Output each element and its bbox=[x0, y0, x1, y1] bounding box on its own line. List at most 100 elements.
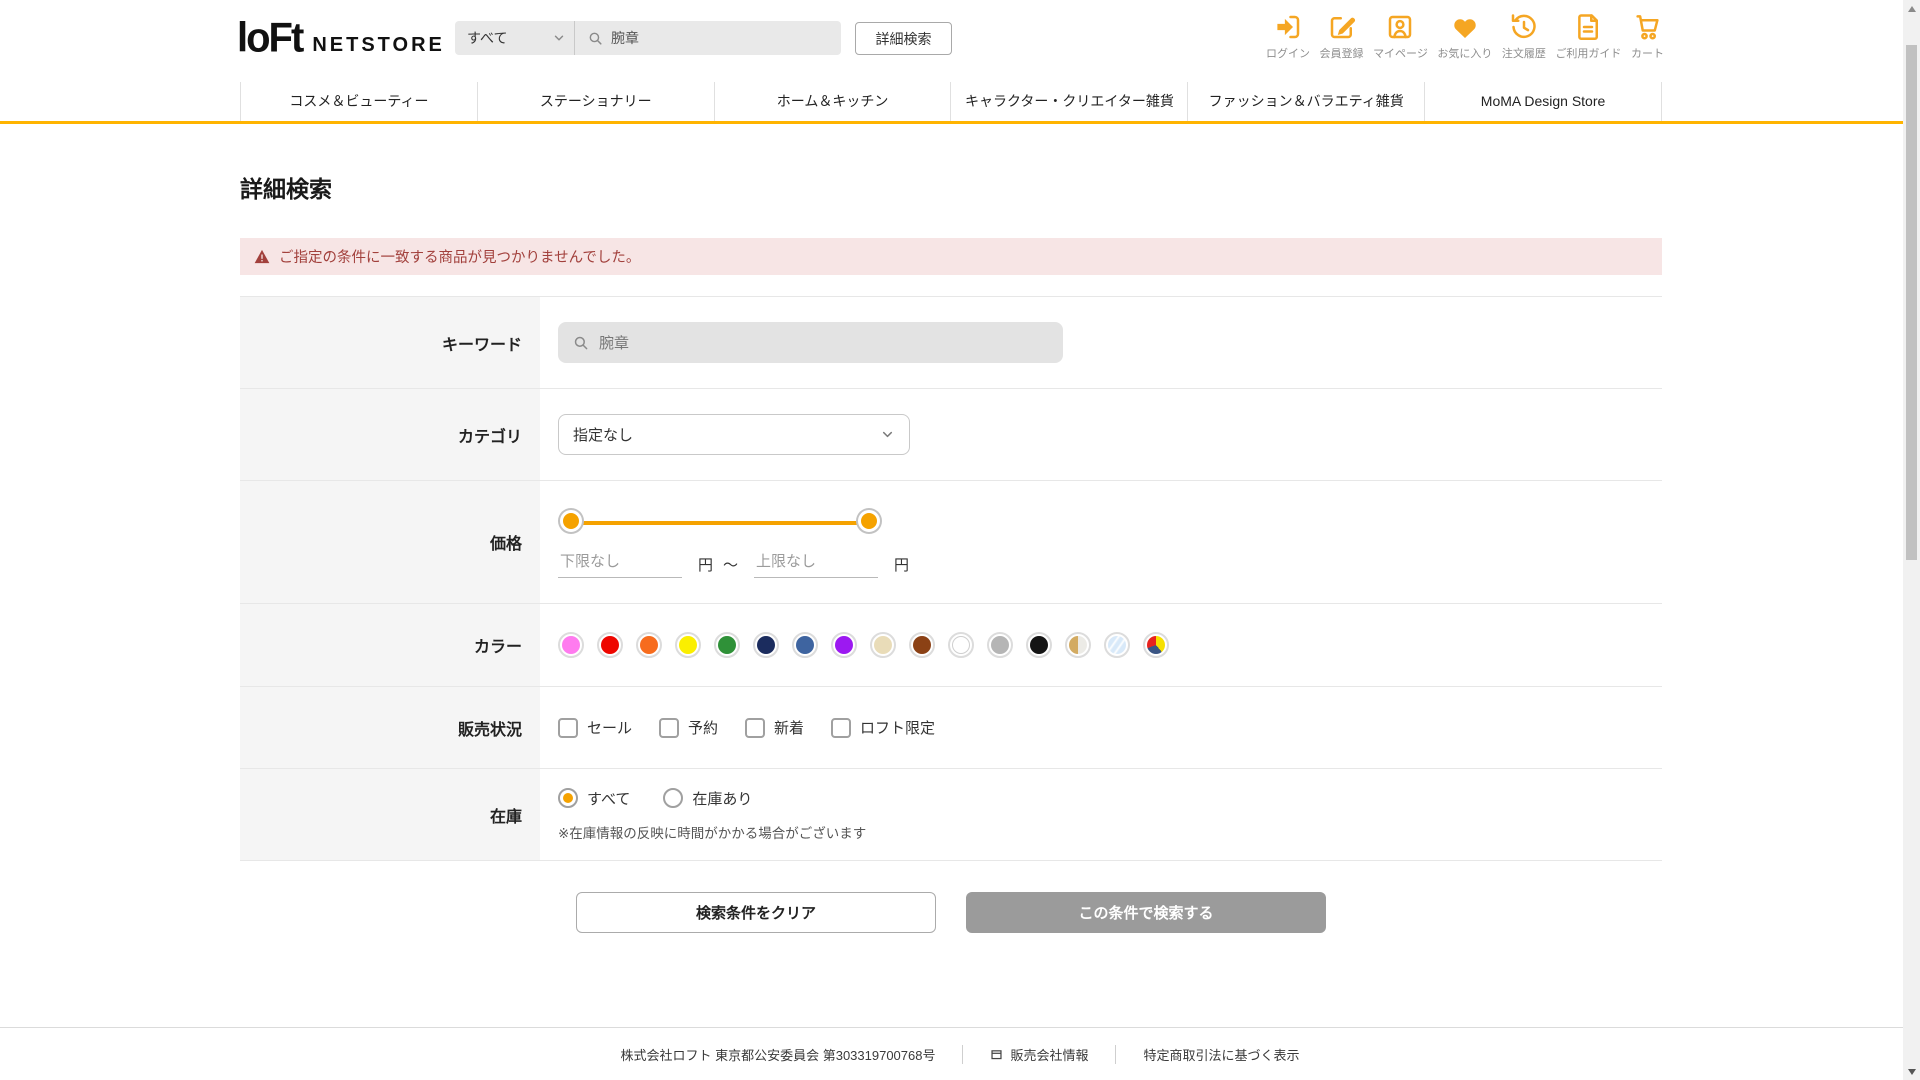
color-swatch-green[interactable] bbox=[714, 632, 740, 658]
mypage-icon bbox=[1389, 15, 1412, 39]
scrollbar-up-arrow[interactable] bbox=[1903, 0, 1920, 17]
checkbox-icon bbox=[831, 717, 852, 738]
guide-link[interactable]: ご利用ガイド bbox=[1555, 12, 1621, 61]
price-row: 価格 円 ～ 円 bbox=[240, 480, 1662, 603]
nav-item-cosme-beauty[interactable]: コスメ＆ビューティー bbox=[240, 82, 477, 121]
global-nav: コスメ＆ビューティー ステーショナリー ホーム＆キッチン キャラクター・クリエイ… bbox=[0, 82, 1920, 124]
checkbox-icon bbox=[659, 717, 680, 738]
status-checkbox-reservation[interactable]: 予約 bbox=[659, 717, 718, 738]
color-row: カラー bbox=[240, 603, 1662, 686]
slider-handle-min[interactable] bbox=[560, 510, 582, 532]
price-min-input[interactable] bbox=[558, 551, 682, 578]
nav-item-fashion-variety[interactable]: ファッション＆バラエティ雑貨 bbox=[1187, 82, 1424, 121]
scrollbar-thumb[interactable] bbox=[1906, 45, 1917, 560]
warning-icon bbox=[254, 249, 270, 264]
nav-item-home-kitchen[interactable]: ホーム＆キッチン bbox=[713, 82, 951, 121]
cart-icon bbox=[1636, 15, 1660, 40]
nav-item-character-creator[interactable]: キャラクター・クリエイター雑貨 bbox=[950, 82, 1187, 121]
color-swatch-beige[interactable] bbox=[870, 632, 896, 658]
register-link[interactable]: 会員登録 bbox=[1320, 12, 1364, 61]
loft-netstore-logo[interactable]: loFt NETSTORE bbox=[237, 15, 445, 61]
color-swatch-gray[interactable] bbox=[987, 632, 1013, 658]
order-history-label: 注文履歴 bbox=[1501, 48, 1546, 60]
favorites-link[interactable]: お気に入り bbox=[1437, 12, 1492, 61]
color-swatch-brown[interactable] bbox=[909, 632, 935, 658]
site-header: loFt NETSTORE すべて 詳細検索 ログイン 会員登録 マイページ お… bbox=[0, 0, 1920, 124]
slider-track[interactable] bbox=[571, 521, 869, 525]
search-category-select[interactable]: すべて bbox=[455, 21, 575, 55]
nav-item-stationery[interactable]: ステーショナリー bbox=[476, 82, 714, 121]
keyword-row: キーワード bbox=[240, 296, 1662, 388]
favorites-heart-icon bbox=[1454, 19, 1476, 38]
header-quick-links: ログイン 会員登録 マイページ お気に入り 注文履歴 ご利用ガイド カート bbox=[1266, 12, 1664, 61]
color-swatch-black[interactable] bbox=[1026, 632, 1052, 658]
register-icon bbox=[1330, 17, 1355, 39]
form-actions: 検索条件をクリア この条件で検索する bbox=[240, 892, 1662, 933]
slider-handle-max[interactable] bbox=[858, 510, 880, 532]
category-select-value: 指定なし bbox=[573, 427, 634, 444]
site-footer: 株式会社ロフト 東京都公安委員会 第303319700768号 販売会社情報 特… bbox=[0, 1027, 1920, 1080]
checkbox-label: セール bbox=[587, 720, 633, 737]
radio-label: すべて bbox=[587, 790, 631, 808]
search-input-wrap bbox=[575, 30, 841, 47]
color-swatch-pink[interactable] bbox=[558, 632, 584, 658]
price-row-label: 価格 bbox=[240, 481, 540, 603]
cart-link[interactable]: カート bbox=[1631, 12, 1664, 61]
main-content: 詳細検索 ご指定の条件に一致する商品が見つかりませんでした。 キーワード カテゴ… bbox=[240, 124, 1662, 933]
login-icon bbox=[1277, 15, 1300, 39]
color-swatch-clear[interactable] bbox=[1104, 632, 1130, 658]
color-swatch-navy[interactable] bbox=[753, 632, 779, 658]
color-swatch-purple[interactable] bbox=[831, 632, 857, 658]
advanced-search-form: キーワード カテゴリ 指定なし 価格 bbox=[240, 296, 1662, 861]
status-checkbox-sale[interactable]: セール bbox=[558, 717, 632, 738]
status-checkbox-new[interactable]: 新着 bbox=[745, 717, 804, 738]
status-checkbox-loft-limited[interactable]: ロフト限定 bbox=[831, 717, 935, 738]
login-link[interactable]: ログイン bbox=[1266, 12, 1310, 61]
order-history-icon bbox=[1511, 14, 1536, 39]
price-max-input[interactable] bbox=[754, 551, 879, 578]
no-results-alert: ご指定の条件に一致する商品が見つかりませんでした。 bbox=[240, 238, 1662, 275]
detail-search-button[interactable]: 詳細検索 bbox=[855, 22, 952, 55]
checkbox-icon bbox=[558, 717, 578, 738]
no-results-message: ご指定の条件に一致する商品が見つかりませんでした。 bbox=[279, 250, 641, 266]
color-swatch-orange[interactable] bbox=[636, 632, 662, 658]
scrollbar-down-arrow[interactable] bbox=[1903, 1063, 1920, 1080]
keyword-input-box bbox=[558, 322, 1063, 363]
sales-status-row-label: 販売状況 bbox=[240, 687, 540, 768]
commercial-law-link[interactable]: 特定商取引法に基づく表示 bbox=[1115, 1044, 1326, 1064]
color-row-label: カラー bbox=[240, 604, 540, 686]
color-swatch-gold-silver[interactable] bbox=[1065, 632, 1091, 658]
radio-icon bbox=[663, 788, 684, 808]
color-swatch-blue[interactable] bbox=[792, 632, 818, 658]
search-submit-button[interactable]: この条件で検索する bbox=[966, 892, 1326, 933]
mypage-link[interactable]: マイページ bbox=[1373, 12, 1428, 61]
search-icon bbox=[589, 32, 602, 45]
header-search-input[interactable] bbox=[611, 30, 829, 46]
seller-info-link[interactable]: 販売会社情報 bbox=[962, 1044, 1115, 1064]
search-icon bbox=[574, 336, 588, 349]
seller-info-label: 販売会社情報 bbox=[1010, 1047, 1089, 1063]
header-search-bar: すべて bbox=[455, 21, 841, 55]
yen-unit-min: 円 bbox=[698, 557, 714, 574]
stock-radio-all[interactable]: すべて bbox=[558, 788, 630, 809]
checkbox-label: 新着 bbox=[774, 720, 805, 737]
clear-conditions-button[interactable]: 検索条件をクリア bbox=[576, 892, 936, 933]
color-swatch-red[interactable] bbox=[597, 632, 623, 658]
keyword-input[interactable] bbox=[599, 334, 1049, 351]
mypage-label: マイページ bbox=[1373, 48, 1428, 60]
price-range-slider bbox=[558, 510, 882, 536]
vertical-scrollbar[interactable] bbox=[1903, 0, 1920, 1080]
category-row: カテゴリ 指定なし bbox=[240, 388, 1662, 480]
chevron-down-icon bbox=[882, 431, 893, 438]
color-swatch-multicolor[interactable] bbox=[1143, 632, 1169, 658]
category-select[interactable]: 指定なし bbox=[558, 414, 910, 455]
color-swatch-yellow[interactable] bbox=[675, 632, 701, 658]
stock-note: ※在庫情報の反映に時間がかかる場合がございます bbox=[558, 825, 867, 841]
stock-radio-in-stock[interactable]: 在庫あり bbox=[663, 788, 752, 809]
nav-item-moma-design-store[interactable]: MoMA Design Store bbox=[1424, 82, 1662, 121]
color-swatch-white[interactable] bbox=[948, 632, 974, 658]
store-icon bbox=[991, 1049, 1003, 1059]
keyword-row-label: キーワード bbox=[240, 297, 540, 388]
order-history-link[interactable]: 注文履歴 bbox=[1502, 12, 1546, 61]
company-registration-text: 株式会社ロフト 東京都公安委員会 第303319700768号 bbox=[620, 1047, 936, 1063]
